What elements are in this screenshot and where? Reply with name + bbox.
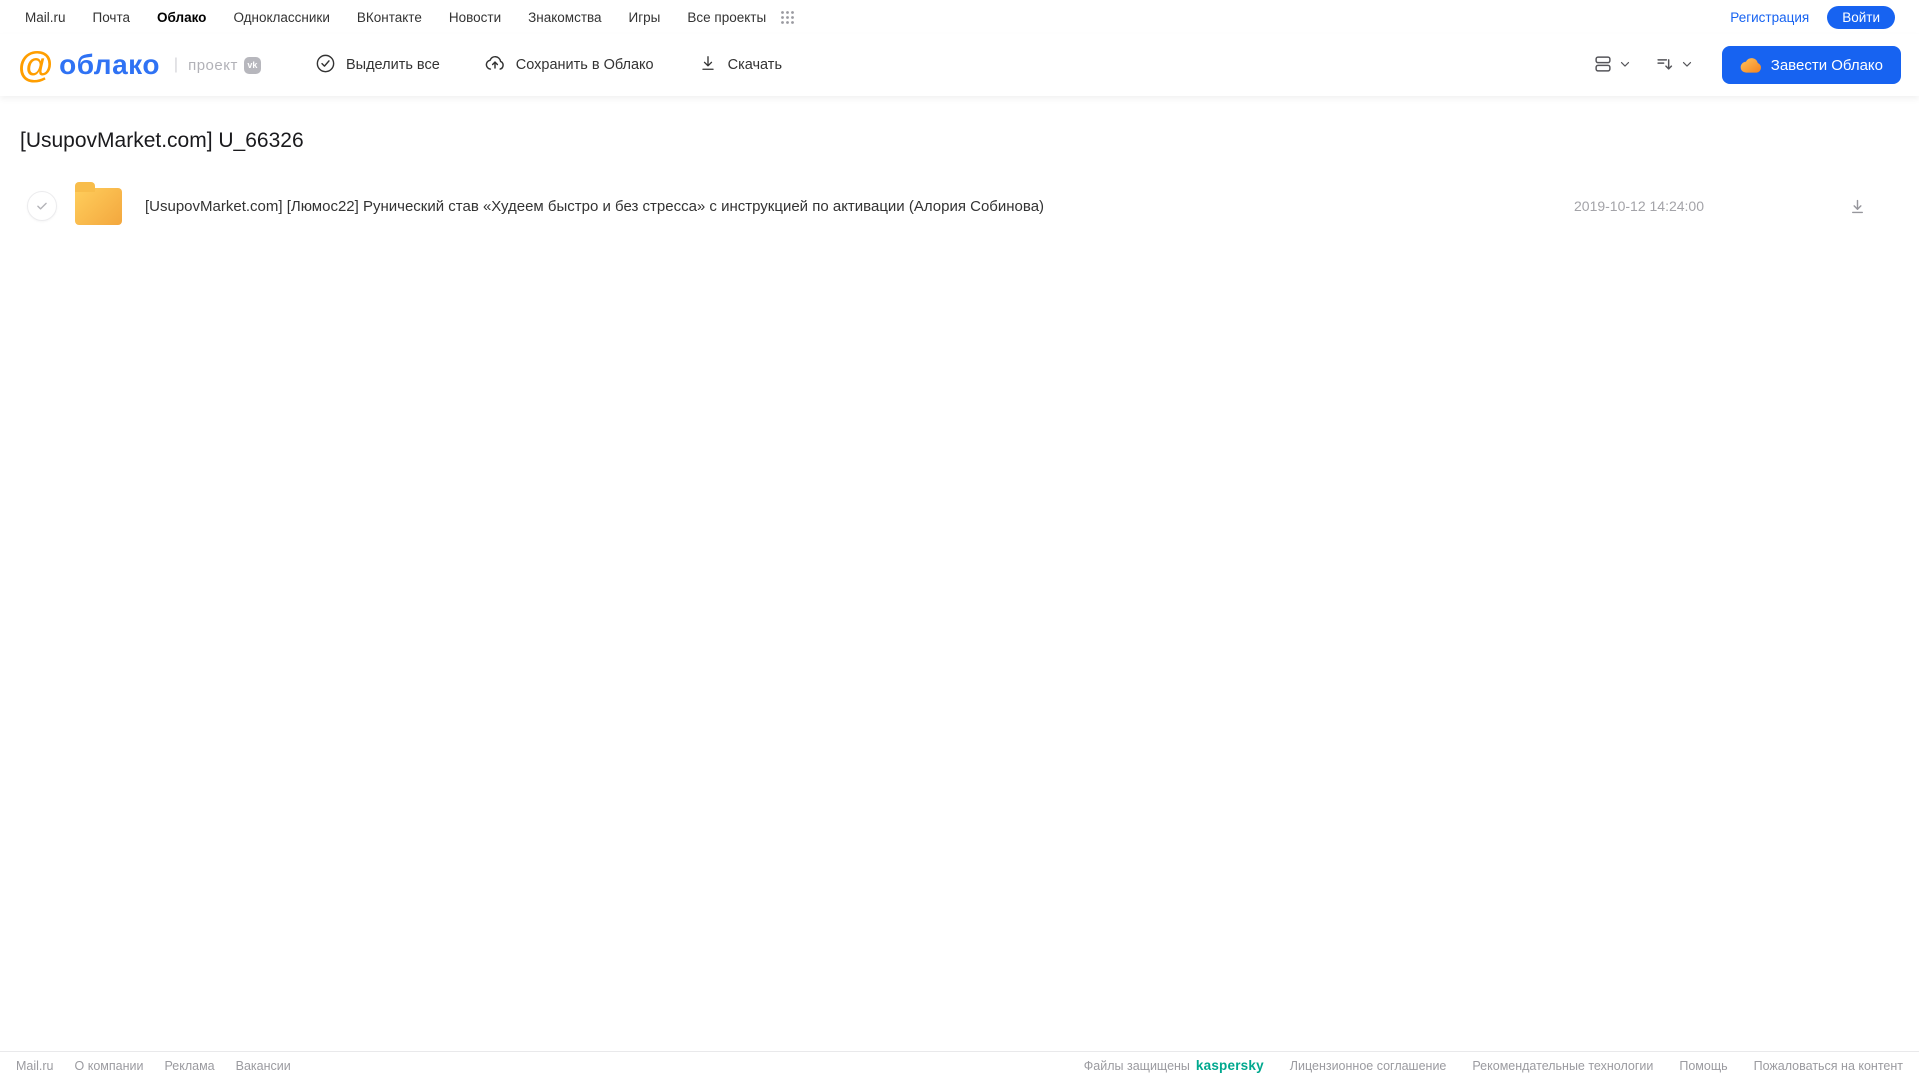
file-list-area: [UsupovMarket.com] U_66326 [UsupovMarket…	[0, 129, 1919, 231]
row-checkbox[interactable]	[27, 191, 57, 221]
footer-left-links: Mail.ru О компании Реклама Вакансии	[16, 1059, 291, 1073]
cloud-logo[interactable]: @ облако | проект vk	[18, 47, 315, 83]
portal-link-all-projects[interactable]: Все проекты	[687, 10, 766, 25]
footer-right-links: Файлы защищены kaspersky Лицензионное со…	[1084, 1058, 1903, 1073]
footer-link-report-content[interactable]: Пожаловаться на контент	[1754, 1059, 1903, 1073]
chevron-down-icon	[1618, 57, 1632, 74]
portal-link-news[interactable]: Новости	[449, 10, 501, 25]
logo-divider: |	[173, 56, 179, 73]
registration-link[interactable]: Регистрация	[1730, 10, 1809, 25]
download-button[interactable]: Скачать	[698, 53, 782, 77]
footer-link-help[interactable]: Помощь	[1679, 1059, 1727, 1073]
footer: Mail.ru О компании Реклама Вакансии Файл…	[0, 1051, 1919, 1079]
check-circle-icon	[315, 53, 336, 78]
portal-link-vkontakte[interactable]: ВКонтакте	[357, 10, 422, 25]
login-button[interactable]: Войти	[1827, 5, 1895, 29]
footer-link-about[interactable]: О компании	[75, 1059, 144, 1073]
kaspersky-logo[interactable]: kaspersky	[1196, 1058, 1264, 1073]
download-label: Скачать	[727, 57, 782, 73]
create-cloud-button[interactable]: Завести Облако	[1721, 46, 1901, 84]
portal-link-odnoklassniki[interactable]: Одноклассники	[233, 10, 329, 25]
footer-link-recommendation-tech[interactable]: Рекомендательные технологии	[1472, 1059, 1653, 1073]
page-title: [UsupovMarket.com] U_66326	[20, 129, 304, 152]
footer-link-mailru[interactable]: Mail.ru	[16, 1059, 54, 1073]
select-all-button[interactable]: Выделить все	[315, 53, 440, 78]
download-icon	[698, 53, 718, 77]
footer-link-license[interactable]: Лицензионное соглашение	[1290, 1059, 1447, 1073]
save-to-cloud-label: Сохранить в Облако	[515, 57, 654, 73]
list-view-icon	[1592, 53, 1614, 78]
save-to-cloud-button[interactable]: Сохранить в Облако	[484, 52, 654, 78]
cloud-logo-text: облако	[59, 49, 160, 80]
header-right-controls: Завести Облако	[1586, 46, 1901, 84]
cloud-icon	[1740, 57, 1762, 73]
portal-nav-links: Mail.ru Почта Облако Одноклассники ВКонт…	[25, 10, 795, 25]
file-date: 2019-10-12 14:24:00	[1574, 198, 1704, 214]
folder-icon	[75, 181, 122, 225]
footer-link-ads[interactable]: Реклама	[164, 1059, 214, 1073]
portal-nav-auth: Регистрация Войти	[1730, 5, 1895, 29]
files-protected-label: Файлы защищены	[1083, 1058, 1190, 1073]
file-toolbar: Выделить все Сохранить в Облако Скачать	[315, 52, 782, 78]
kaspersky-protection: Файлы защищены kaspersky	[1084, 1058, 1264, 1073]
create-cloud-label: Завести Облако	[1770, 56, 1883, 74]
cloud-header: @ облако | проект vk Выделить все Сохран…	[0, 34, 1919, 96]
portal-link-games[interactable]: Игры	[629, 10, 661, 25]
cloud-upload-icon	[484, 52, 506, 78]
view-mode-button[interactable]	[1586, 47, 1638, 84]
vk-icon: vk	[243, 56, 261, 74]
file-name-link[interactable]: [UsupovMarket.com] [Люмос22] Рунический …	[145, 198, 1574, 215]
footer-link-jobs[interactable]: Вакансии	[236, 1059, 291, 1073]
row-download-button[interactable]	[1844, 193, 1871, 220]
project-label: проект	[188, 56, 238, 74]
portal-link-cloud[interactable]: Облако	[157, 10, 206, 25]
sort-button[interactable]	[1648, 47, 1700, 84]
mailru-at-icon: @	[18, 44, 54, 85]
sort-icon	[1654, 53, 1676, 78]
apps-grid-icon[interactable]	[780, 10, 795, 25]
chevron-down-icon	[1680, 57, 1694, 74]
portal-link-dating[interactable]: Знакомства	[528, 10, 601, 25]
portal-link-mail[interactable]: Почта	[93, 10, 131, 25]
portal-link-mailru[interactable]: Mail.ru	[25, 10, 66, 25]
portal-nav: Mail.ru Почта Облако Одноклассники ВКонт…	[0, 0, 1919, 34]
select-all-label: Выделить все	[346, 57, 440, 73]
file-row[interactable]: [UsupovMarket.com] [Люмос22] Рунический …	[20, 181, 1899, 231]
